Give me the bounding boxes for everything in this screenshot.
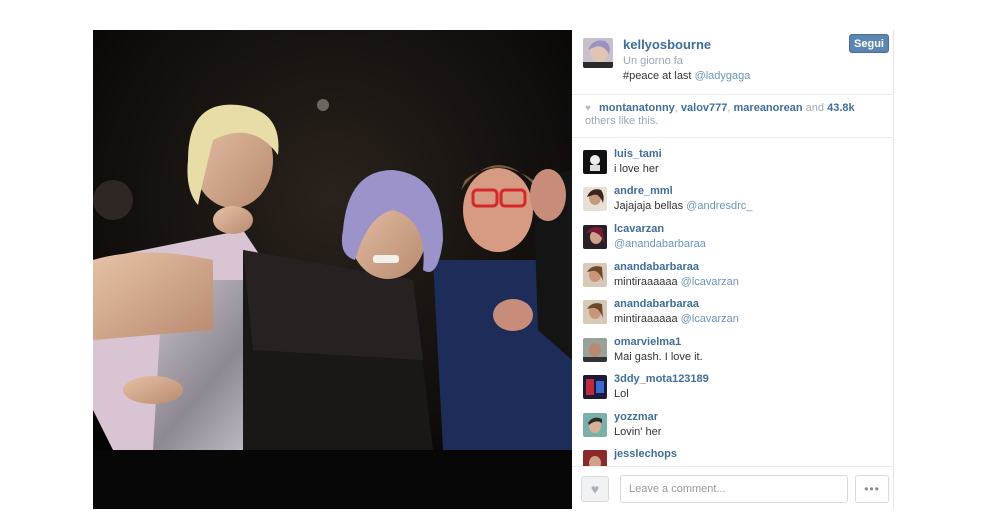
likes-summary: ♥ montanatonny, valov777, mareanorean and…: [585, 102, 885, 128]
commenter-username[interactable]: luis_tami: [614, 148, 662, 160]
likes-separator: ,: [674, 102, 678, 114]
commenter-username[interactable]: lcavarzan: [614, 223, 664, 235]
caption-mention[interactable]: @ladygaga: [695, 70, 751, 82]
comment-item: lcavarzan @anandabarbaraa: [572, 221, 893, 258]
likes-others: others like this.: [585, 115, 659, 127]
commenter-username[interactable]: anandabarbaraa: [614, 298, 699, 310]
post-caption: #peace at last @ladygaga: [623, 70, 750, 82]
comment-text: mintiraaaaaa @lcavarzan: [614, 276, 739, 288]
comment-footer: ♥ •••: [572, 466, 893, 510]
comment-item: omarvielma1 Mai gash. I love it.: [572, 334, 893, 371]
commenter-username[interactable]: anandabarbaraa: [614, 261, 699, 273]
comment-body: Jajajaja bellas: [614, 200, 684, 212]
comment-item: jesslechops: [572, 446, 893, 466]
commenter-avatar[interactable]: [583, 225, 607, 249]
commenter-avatar[interactable]: [583, 338, 607, 362]
commenter-avatar[interactable]: [583, 450, 607, 466]
commenter-username[interactable]: 3ddy_mota123189: [614, 373, 709, 385]
comment-text: Mai gash. I love it.: [614, 351, 703, 363]
commenter-avatar[interactable]: [583, 263, 607, 287]
author-avatar[interactable]: [583, 38, 613, 68]
comment-item: anandabarbaraa mintiraaaaaa @lcavarzan: [572, 296, 893, 333]
comment-item: luis_tami i love her: [572, 146, 893, 183]
likes-and: and: [805, 102, 825, 114]
post-sidebar: kellyosbourne Un giorno fa #peace at las…: [572, 30, 894, 509]
heart-icon: ♥: [590, 481, 600, 497]
like-user[interactable]: mareanorean: [734, 102, 803, 114]
comment-item: 3ddy_mota123189 Lol: [572, 371, 893, 408]
commenter-username[interactable]: andre_mml: [614, 185, 673, 197]
commenter-avatar[interactable]: [583, 300, 607, 324]
commenter-avatar[interactable]: [583, 150, 607, 174]
comment-mention[interactable]: @lcavarzan: [681, 276, 739, 288]
comment-body: mintiraaaaaa: [614, 313, 678, 325]
comment-item: anandabarbaraa mintiraaaaaa @lcavarzan: [572, 259, 893, 296]
comment-mention[interactable]: @lcavarzan: [681, 313, 739, 325]
comment-body: mintiraaaaaa: [614, 276, 678, 288]
comment-body: i love her: [614, 163, 659, 175]
post-header: kellyosbourne Un giorno fa #peace at las…: [572, 30, 893, 92]
more-options-button[interactable]: •••: [855, 475, 889, 503]
comment-text: mintiraaaaaa @lcavarzan: [614, 313, 739, 325]
author-username[interactable]: kellyosbourne: [623, 37, 711, 52]
comment-mention[interactable]: @anandabarbaraa: [614, 238, 706, 250]
comment-body: Lovin' her: [614, 426, 662, 438]
post-photo[interactable]: [93, 30, 572, 509]
commenter-username[interactable]: yozzmar: [614, 411, 658, 423]
comment-text: i love her: [614, 163, 659, 175]
follow-button[interactable]: Segui: [849, 34, 889, 53]
comment-text: Jajajaja bellas @andresdrc_: [614, 200, 752, 212]
comment-item: yozzmar Lovin' her: [572, 409, 893, 446]
commenter-avatar[interactable]: [583, 413, 607, 437]
comment-text: Lovin' her: [614, 426, 661, 438]
commenter-username[interactable]: jesslechops: [614, 448, 677, 460]
comment-list[interactable]: luis_tami i love her andre_mml Jajajaja …: [572, 142, 893, 466]
comment-item: andre_mml Jajajaja bellas @andresdrc_: [572, 183, 893, 220]
post-timestamp[interactable]: Un giorno fa: [623, 55, 683, 67]
divider: [572, 137, 893, 138]
like-button[interactable]: ♥: [581, 476, 609, 502]
comment-mention[interactable]: @andresdrc_: [686, 200, 752, 212]
caption-text: #peace at last: [623, 70, 692, 82]
like-user[interactable]: montanatonny: [599, 102, 675, 114]
likes-separator: ,: [727, 102, 731, 114]
comment-body: Mai gash. I love it.: [614, 351, 703, 363]
like-user[interactable]: valov777: [681, 102, 727, 114]
divider: [572, 94, 893, 95]
comment-text: Lol: [614, 388, 629, 400]
commenter-username[interactable]: omarvielma1: [614, 336, 681, 348]
comment-input[interactable]: [620, 475, 848, 503]
likes-count[interactable]: 43.8k: [827, 102, 855, 114]
photo-image: [93, 30, 572, 509]
comment-text: @anandabarbaraa: [614, 238, 706, 250]
commenter-avatar[interactable]: [583, 375, 607, 399]
comment-body: Lol: [614, 388, 629, 400]
heart-icon: ♥: [585, 103, 591, 114]
commenter-avatar[interactable]: [583, 187, 607, 211]
